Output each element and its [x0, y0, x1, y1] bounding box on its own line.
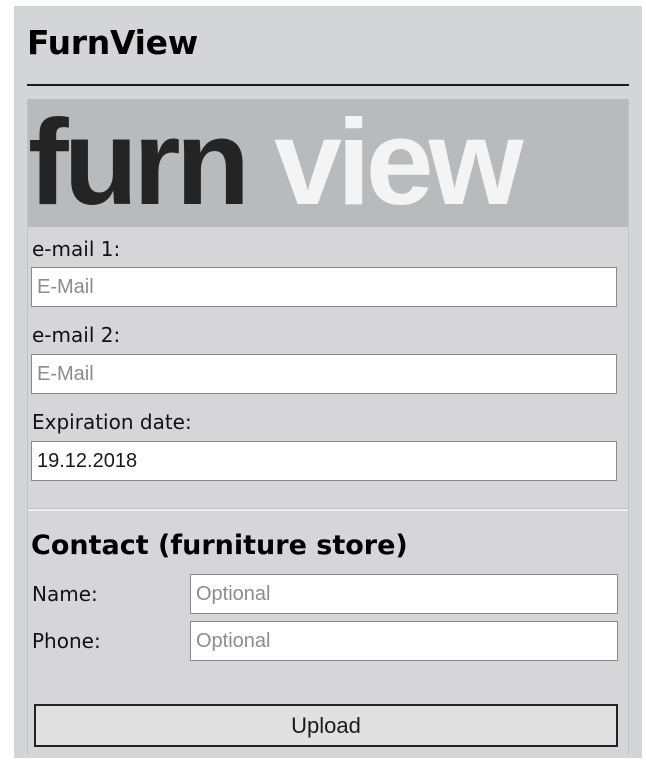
- email2-input[interactable]: [31, 354, 617, 394]
- upload-form: furn view e-mail 1: e-mail 2: Expiration…: [27, 99, 629, 754]
- title-divider: [27, 84, 629, 86]
- contact-phone-label: Phone:: [32, 629, 101, 653]
- upload-button[interactable]: Upload: [34, 704, 618, 747]
- logo-word-light: view: [274, 99, 523, 227]
- contact-name-input[interactable]: [190, 574, 618, 614]
- email2-label: e-mail 2:: [32, 323, 121, 347]
- contact-name-label: Name:: [32, 582, 98, 606]
- contact-phone-input[interactable]: [190, 621, 618, 661]
- furnview-logo: furn view: [28, 99, 628, 227]
- app-title: FurnView: [27, 23, 198, 62]
- email1-input[interactable]: [31, 267, 617, 307]
- app-panel: FurnView furn view e-mail 1: e-mail 2: E…: [14, 6, 642, 758]
- email1-label: e-mail 1:: [32, 237, 121, 261]
- contact-section-title: Contact (furniture store): [31, 530, 408, 561]
- section-divider: [28, 508, 628, 511]
- logo-word-dark: furn: [28, 99, 250, 227]
- logo-wordmark: furn view: [28, 101, 524, 223]
- expiration-date-input[interactable]: [31, 441, 617, 481]
- expiration-date-label: Expiration date:: [32, 410, 192, 434]
